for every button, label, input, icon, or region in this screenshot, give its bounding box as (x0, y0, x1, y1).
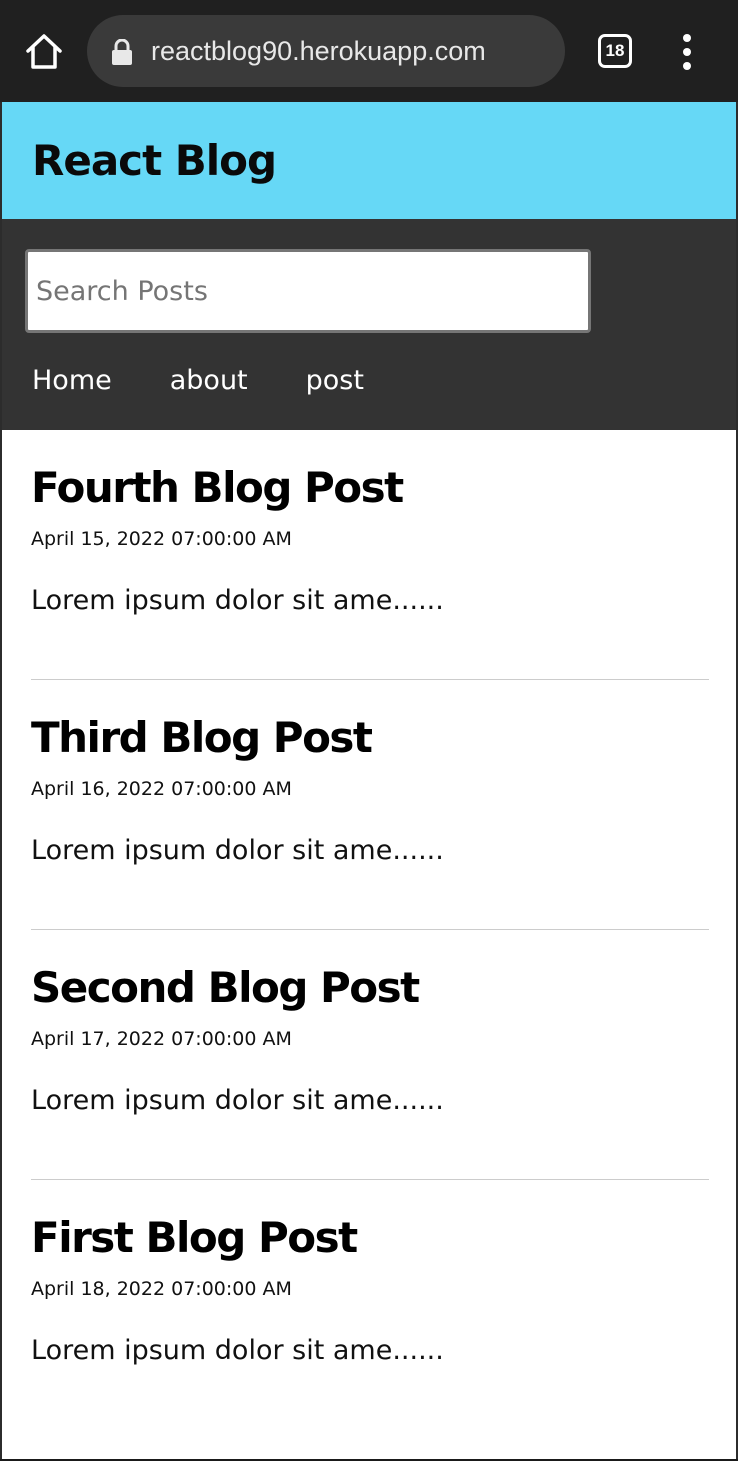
post-excerpt: Lorem ipsum dolor sit ame...... (31, 585, 444, 616)
post-excerpt: Lorem ipsum dolor sit ame...... (31, 1335, 444, 1366)
post-date: April 17, 2022 07:00:00 AM (31, 1028, 292, 1050)
post-date: April 15, 2022 07:00:00 AM (31, 528, 292, 550)
url-text: reactblog90.herokuapp.com (151, 36, 486, 66)
post-item: Fourth Blog Post April 15, 2022 07:00:00… (31, 430, 709, 680)
web-page: React Blog Home about post Fourth Blog P… (0, 102, 738, 1459)
post-date: April 18, 2022 07:00:00 AM (31, 1278, 292, 1300)
nav-link-about[interactable]: about (170, 359, 248, 403)
more-vertical-icon[interactable] (676, 34, 698, 70)
site-header: React Blog (2, 102, 736, 219)
nav-link-post[interactable]: post (306, 359, 364, 403)
address-bar[interactable]: reactblog90.herokuapp.com (87, 15, 565, 87)
tab-switcher-button[interactable]: 18 (598, 34, 632, 68)
post-item: Second Blog Post April 17, 2022 07:00:00… (31, 930, 709, 1180)
post-excerpt: Lorem ipsum dolor sit ame...... (31, 835, 444, 866)
search-input[interactable] (25, 249, 591, 333)
post-item: First Blog Post April 18, 2022 07:00:00 … (31, 1180, 709, 1430)
post-title-link[interactable]: Fourth Blog Post (31, 458, 404, 518)
post-item: Third Blog Post April 16, 2022 07:00:00 … (31, 680, 709, 930)
post-feed: Fourth Blog Post April 15, 2022 07:00:00… (2, 430, 736, 1430)
nav-links: Home about post (32, 359, 364, 403)
browser-toolbar: reactblog90.herokuapp.com 18 (0, 0, 738, 102)
post-title-link[interactable]: First Blog Post (31, 1208, 358, 1268)
post-title-link[interactable]: Third Blog Post (31, 708, 373, 768)
home-icon (26, 34, 62, 69)
site-nav: Home about post (2, 219, 736, 430)
site-title: React Blog (32, 136, 277, 185)
post-excerpt: Lorem ipsum dolor sit ame...... (31, 1085, 444, 1116)
post-title-link[interactable]: Second Blog Post (31, 958, 420, 1018)
lock-icon (112, 39, 132, 65)
home-button[interactable] (22, 30, 66, 74)
nav-link-home[interactable]: Home (32, 359, 112, 403)
post-date: April 16, 2022 07:00:00 AM (31, 778, 292, 800)
